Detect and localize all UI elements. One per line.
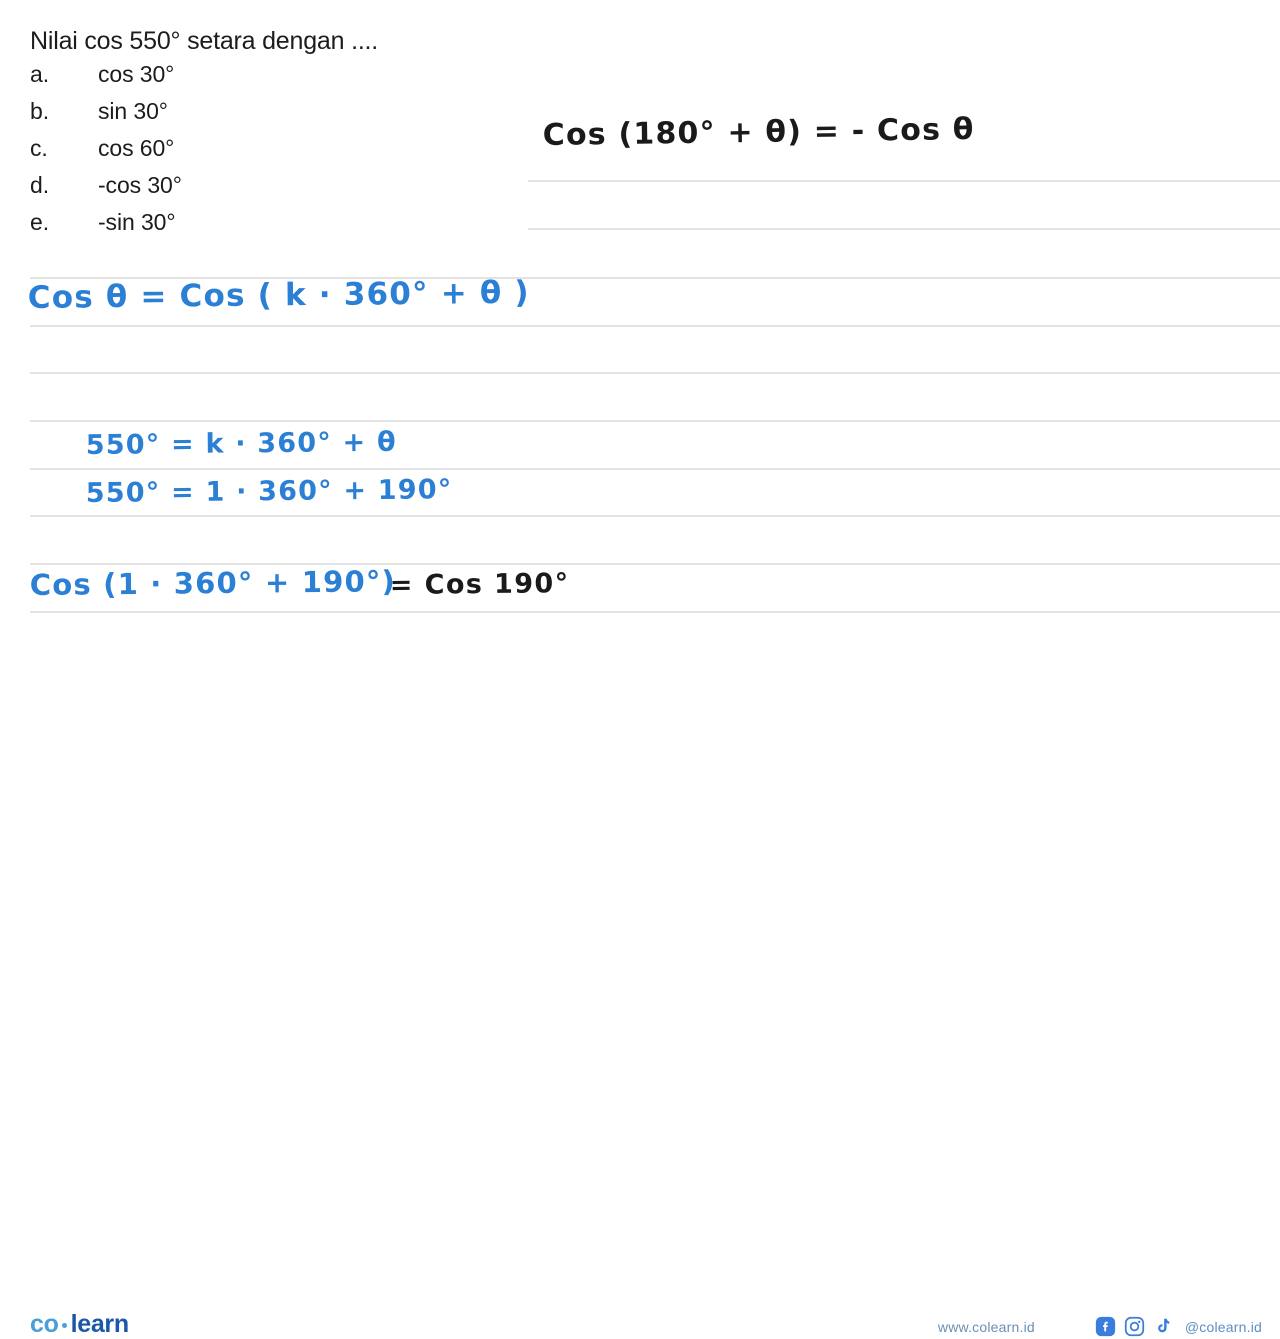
option-letter: a.	[30, 61, 49, 87]
question-block: Nilai cos 550° setara dengan .... a. cos…	[30, 26, 550, 241]
tiktok-icon[interactable]	[1153, 1316, 1174, 1337]
option-letter: b.	[30, 98, 49, 124]
option-text: -sin 30°	[98, 209, 176, 235]
question-title: Nilai cos 550° setara dengan ....	[30, 27, 379, 55]
handwritten-decompose-general: 550° = k · 360° + θ	[85, 426, 397, 461]
logo-text-learn: learn	[70, 1310, 130, 1338]
option-letter: c.	[30, 135, 48, 161]
rule-line	[30, 372, 1280, 374]
handwritten-identity-rule: Cos (180° + θ) = - Cos θ	[542, 111, 975, 153]
option-text: -cos 30°	[98, 172, 182, 198]
option-letter: d.	[30, 172, 49, 198]
footer: co learn www.colearn.id @colearn.id	[0, 648, 1280, 1338]
website-url[interactable]: www.colearn.id	[938, 1319, 1035, 1335]
option-row-a[interactable]: a. cos 30°	[30, 56, 550, 93]
rule-line	[528, 228, 1280, 230]
logo-dot-icon	[61, 1323, 67, 1328]
option-text: cos 30°	[98, 61, 175, 87]
rule-line	[30, 611, 1280, 613]
option-row-d[interactable]: d. -cos 30°	[30, 167, 550, 204]
instagram-icon[interactable]	[1124, 1316, 1145, 1337]
rule-line	[30, 468, 1280, 470]
handwritten-final-result: = Cos 190°	[389, 568, 570, 601]
option-letter: e.	[30, 209, 49, 235]
option-row-b[interactable]: b. sin 30°	[30, 93, 550, 130]
handwritten-periodicity-rule: Cos θ = Cos ( k · 360° + θ )	[27, 274, 530, 316]
facebook-icon[interactable]	[1095, 1316, 1116, 1337]
social-handle[interactable]: @colearn.id	[1185, 1319, 1262, 1335]
option-row-c[interactable]: c. cos 60°	[30, 130, 550, 167]
rule-line	[528, 180, 1280, 182]
option-row-e[interactable]: e. -sin 30°	[30, 204, 550, 241]
rule-line	[30, 515, 1280, 517]
logo-text-co: co	[30, 1310, 59, 1338]
colearn-logo[interactable]: co learn	[30, 1310, 129, 1339]
rule-line	[30, 420, 1280, 422]
option-text: sin 30°	[98, 98, 168, 124]
option-text: cos 60°	[98, 135, 175, 161]
footer-links: www.colearn.id @colearn.id	[938, 1316, 1262, 1337]
handwritten-decompose-solved: 550° = 1 · 360° + 190°	[85, 474, 453, 509]
rule-line	[30, 325, 1280, 327]
handwritten-final-expression: Cos (1 · 360° + 190°)	[29, 564, 397, 602]
rule-line	[30, 563, 1280, 565]
